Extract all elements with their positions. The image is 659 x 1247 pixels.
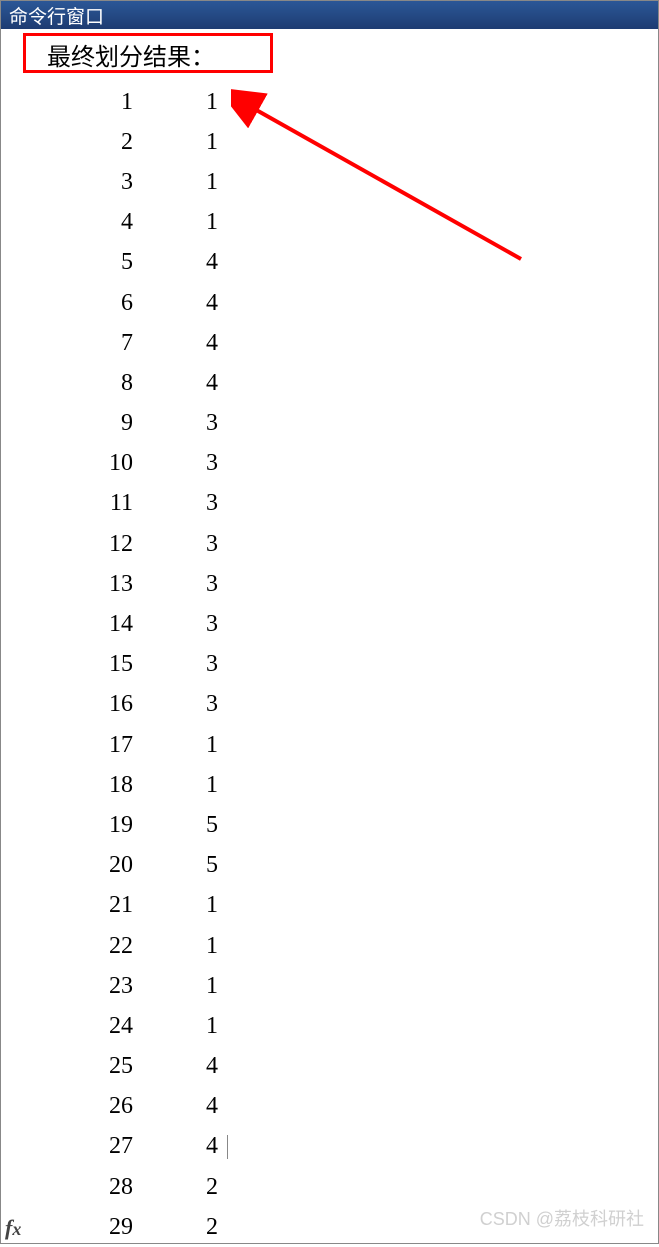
table-row: 211 xyxy=(31,886,658,926)
row-index: 7 xyxy=(31,330,141,357)
window-title: 命令行窗口 xyxy=(9,2,104,29)
row-index: 11 xyxy=(31,490,141,517)
table-row: 254 xyxy=(31,1047,658,1087)
table-row: 163 xyxy=(31,685,658,725)
table-row: 123 xyxy=(31,524,658,564)
table-row: 21 xyxy=(31,122,658,162)
row-index: 9 xyxy=(31,410,141,437)
row-index: 10 xyxy=(31,450,141,477)
command-output-area[interactable]: 最终划分结果： 11 21 31 41 54 64 74 84 93 103 1… xyxy=(1,29,658,1243)
row-value: 4 xyxy=(141,370,226,397)
row-value: 1 xyxy=(141,732,226,759)
watermark-text: CSDN @荔枝科研社 xyxy=(480,1205,644,1231)
table-row: 11 xyxy=(31,82,658,122)
row-value: 3 xyxy=(141,410,226,437)
row-index: 1 xyxy=(31,89,141,116)
table-row: 181 xyxy=(31,765,658,805)
table-row: 153 xyxy=(31,645,658,685)
row-index: 27 xyxy=(31,1133,141,1160)
row-value: 4 xyxy=(141,290,226,317)
table-row: 74 xyxy=(31,323,658,363)
row-index: 8 xyxy=(31,370,141,397)
row-value: 3 xyxy=(141,571,226,598)
table-row: 64 xyxy=(31,283,658,323)
output-header: 最终划分结果： xyxy=(39,33,223,76)
row-index: 24 xyxy=(31,1013,141,1040)
row-index: 14 xyxy=(31,611,141,638)
row-value: 5 xyxy=(141,812,226,839)
row-index: 29 xyxy=(31,1214,141,1241)
row-value: 1 xyxy=(141,209,226,236)
row-value: 2 xyxy=(141,1174,226,1201)
row-index: 26 xyxy=(31,1093,141,1120)
row-index: 20 xyxy=(31,852,141,879)
row-index: 25 xyxy=(31,1053,141,1080)
row-value: 1 xyxy=(141,1013,226,1040)
row-index: 12 xyxy=(31,531,141,558)
row-value: 3 xyxy=(141,531,226,558)
row-index: 28 xyxy=(31,1174,141,1201)
row-value: 4 xyxy=(141,330,226,357)
row-value: 3 xyxy=(141,611,226,638)
table-row: 221 xyxy=(31,926,658,966)
row-value: 1 xyxy=(141,129,226,156)
row-value: 4 xyxy=(141,1093,226,1120)
row-index: 4 xyxy=(31,209,141,236)
result-table: 11 21 31 41 54 64 74 84 93 103 113 123 1… xyxy=(31,82,658,1247)
fx-function-icon[interactable]: fx xyxy=(5,1215,21,1241)
table-row: 93 xyxy=(31,404,658,444)
row-index: 23 xyxy=(31,973,141,1000)
row-index: 6 xyxy=(31,290,141,317)
table-row: 282 xyxy=(31,1167,658,1207)
row-value: 2 xyxy=(141,1214,226,1241)
row-value: 3 xyxy=(141,490,226,517)
table-row: 231 xyxy=(31,966,658,1006)
text-cursor xyxy=(227,1135,228,1159)
row-value: 4 xyxy=(141,1133,226,1160)
row-value: 5 xyxy=(141,852,226,879)
table-row: 103 xyxy=(31,444,658,484)
window-title-bar: 命令行窗口 xyxy=(1,1,658,29)
row-index: 5 xyxy=(31,249,141,276)
table-row: 171 xyxy=(31,725,658,765)
row-index: 2 xyxy=(31,129,141,156)
table-row: 205 xyxy=(31,846,658,886)
row-index: 18 xyxy=(31,772,141,799)
table-row: 274 xyxy=(31,1127,658,1167)
row-index: 3 xyxy=(31,169,141,196)
table-row: 133 xyxy=(31,564,658,604)
row-index: 13 xyxy=(31,571,141,598)
table-row: 54 xyxy=(31,243,658,283)
row-index: 15 xyxy=(31,651,141,678)
row-value: 1 xyxy=(141,973,226,1000)
row-value: 1 xyxy=(141,772,226,799)
row-index: 22 xyxy=(31,933,141,960)
table-row: 31 xyxy=(31,162,658,202)
row-value: 3 xyxy=(141,691,226,718)
row-value: 3 xyxy=(141,450,226,477)
table-row: 41 xyxy=(31,203,658,243)
row-value: 1 xyxy=(141,892,226,919)
table-row: 195 xyxy=(31,805,658,845)
table-row: 264 xyxy=(31,1087,658,1127)
table-row: 84 xyxy=(31,363,658,403)
row-value: 3 xyxy=(141,651,226,678)
row-value: 1 xyxy=(141,89,226,116)
row-value: 4 xyxy=(141,249,226,276)
row-index: 17 xyxy=(31,732,141,759)
row-value: 1 xyxy=(141,933,226,960)
row-index: 16 xyxy=(31,691,141,718)
row-index: 19 xyxy=(31,812,141,839)
row-value: 1 xyxy=(141,169,226,196)
table-row: 113 xyxy=(31,484,658,524)
table-row: 143 xyxy=(31,604,658,644)
row-value: 4 xyxy=(141,1053,226,1080)
table-row: 241 xyxy=(31,1006,658,1046)
row-index: 21 xyxy=(31,892,141,919)
